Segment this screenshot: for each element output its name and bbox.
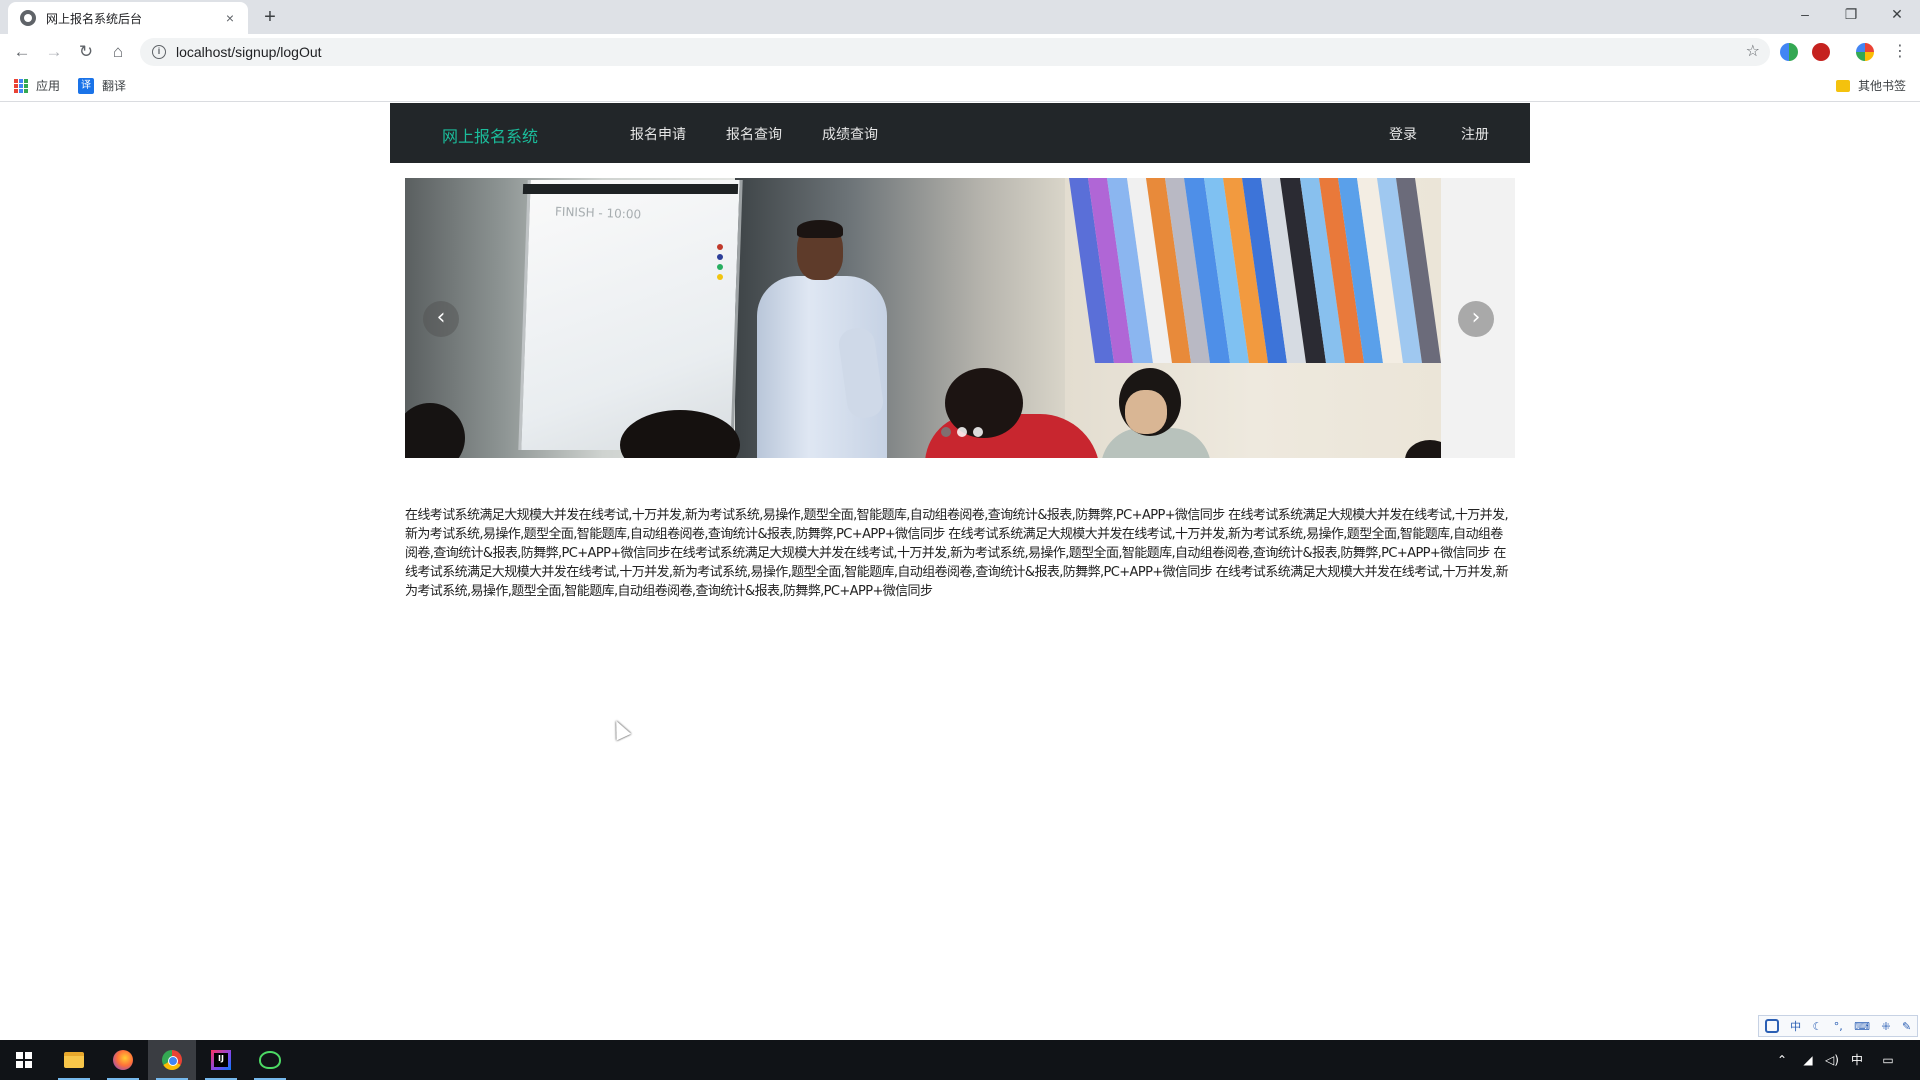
folder-icon xyxy=(1836,79,1850,92)
student-figure xyxy=(945,368,1023,438)
register-link[interactable]: 注册 xyxy=(1461,124,1489,144)
tray-expand-icon[interactable]: ⌃ xyxy=(1772,1040,1792,1080)
browser-tab-strip: 网上报名系统后台 × + – ❐ ✕ xyxy=(0,0,1920,34)
carousel-slide-classroom-photo: FINISH - 10:00 xyxy=(405,178,1441,458)
restore-button[interactable]: ❐ xyxy=(1828,0,1874,30)
tab-close-icon[interactable]: × xyxy=(222,10,238,26)
ime-settings-icon[interactable]: ✎ xyxy=(1902,1020,1911,1033)
striped-painting xyxy=(1069,178,1441,363)
carousel-next-button[interactable]: › xyxy=(1458,301,1494,337)
chrome-icon xyxy=(162,1050,182,1070)
ime-keyboard-icon[interactable]: ⌨ xyxy=(1854,1020,1870,1033)
browser-toolbar: ← → ↻ ⌂ i localhost/signup/logOut ☆ ⋮ xyxy=(0,34,1920,70)
taskbar-firefox[interactable] xyxy=(99,1040,147,1080)
carousel-dot[interactable] xyxy=(973,427,983,437)
carousel-prev-button[interactable]: ‹ xyxy=(423,301,459,337)
browser-tab[interactable]: 网上报名系统后台 × xyxy=(8,2,248,34)
apps-icon xyxy=(14,78,28,93)
bookmark-translate[interactable]: 译 翻译 xyxy=(78,77,126,94)
extension-globe-icon[interactable] xyxy=(1780,43,1798,61)
info-icon[interactable]: i xyxy=(152,45,166,59)
reload-button[interactable]: ↻ xyxy=(74,40,98,64)
image-carousel[interactable]: FINISH - 10:00 ‹ › xyxy=(405,178,1515,458)
url-text[interactable]: localhost/signup/logOut xyxy=(176,44,322,60)
ime-punct-icon[interactable]: °, xyxy=(1834,1020,1843,1033)
ime-logo-icon[interactable] xyxy=(1764,1019,1779,1033)
bookmark-apps[interactable]: 应用 xyxy=(14,77,60,94)
profile-avatar-icon[interactable] xyxy=(1856,43,1874,61)
notification-icon[interactable]: ▭ xyxy=(1876,1040,1900,1080)
chrome-menu-icon[interactable]: ⋮ xyxy=(1892,40,1908,64)
taskbar-frog-app[interactable] xyxy=(246,1040,294,1080)
star-icon[interactable]: ☆ xyxy=(1746,41,1760,61)
nav-signup-query[interactable]: 报名查询 xyxy=(726,124,782,144)
carousel-dot[interactable] xyxy=(957,427,967,437)
network-icon[interactable]: ◢ xyxy=(1798,1040,1818,1080)
ime-language-toggle[interactable]: 中 xyxy=(1790,1018,1801,1034)
forward-button[interactable]: → xyxy=(42,40,66,64)
frog-app-icon xyxy=(259,1051,281,1069)
home-button[interactable]: ⌂ xyxy=(106,40,130,64)
other-bookmarks-label: 其他书签 xyxy=(1858,79,1907,93)
bookmark-label: 应用 xyxy=(36,79,61,93)
bookmark-label: 翻译 xyxy=(102,79,127,93)
ime-moon-icon[interactable]: ☾ xyxy=(1812,1020,1822,1033)
taskbar-intellij[interactable] xyxy=(197,1040,245,1080)
site-brand[interactable]: 网上报名系统 xyxy=(442,123,538,147)
windows-start-icon xyxy=(16,1052,32,1068)
volume-icon[interactable]: ◁) xyxy=(1822,1040,1842,1080)
close-window-button[interactable]: ✕ xyxy=(1874,0,1920,30)
tray-language-indicator[interactable]: 中 xyxy=(1846,1040,1868,1080)
other-bookmarks[interactable]: 其他书签 xyxy=(1836,77,1906,94)
login-link[interactable]: 登录 xyxy=(1389,124,1417,144)
back-button[interactable]: ← xyxy=(10,40,34,64)
site-navbar: 网上报名系统 报名申请 报名查询 成绩查询 登录 注册 xyxy=(390,103,1530,163)
new-tab-button[interactable]: + xyxy=(258,6,282,30)
firefox-icon xyxy=(113,1050,133,1070)
nav-score-query[interactable]: 成绩查询 xyxy=(822,124,878,144)
extension-red-icon[interactable] xyxy=(1812,43,1830,61)
tab-title: 网上报名系统后台 xyxy=(46,11,143,26)
minimize-button[interactable]: – xyxy=(1782,0,1828,30)
intro-paragraph: 在线考试系统满足大规模大并发在线考试,十万并发,新为考试系统,易操作,题型全面,… xyxy=(405,508,1509,599)
taskbar-file-explorer[interactable] xyxy=(50,1040,98,1080)
translate-icon: 译 xyxy=(78,77,94,94)
ime-toolbar[interactable]: 中 ☾ °, ⌨ ⁜ ✎ xyxy=(1758,1015,1918,1037)
carousel-dot[interactable] xyxy=(941,427,951,437)
nav-signup-apply[interactable]: 报名申请 xyxy=(630,124,686,144)
address-bar[interactable]: i localhost/signup/logOut ☆ xyxy=(140,38,1770,66)
start-button[interactable] xyxy=(0,1040,48,1080)
site-favicon-icon xyxy=(20,10,36,26)
taskbar-chrome[interactable] xyxy=(148,1040,196,1080)
whiteboard-text: FINISH - 10:00 xyxy=(554,204,642,222)
ime-menu-icon[interactable]: ⁜ xyxy=(1881,1020,1890,1033)
file-explorer-icon xyxy=(64,1052,84,1068)
mouse-cursor-icon xyxy=(608,717,632,741)
intellij-icon xyxy=(211,1050,231,1070)
windows-taskbar: ⌃ ◢ ◁) 中 ▭ xyxy=(0,1040,1920,1080)
bookmarks-bar: 应用 译 翻译 其他书签 xyxy=(0,70,1920,102)
